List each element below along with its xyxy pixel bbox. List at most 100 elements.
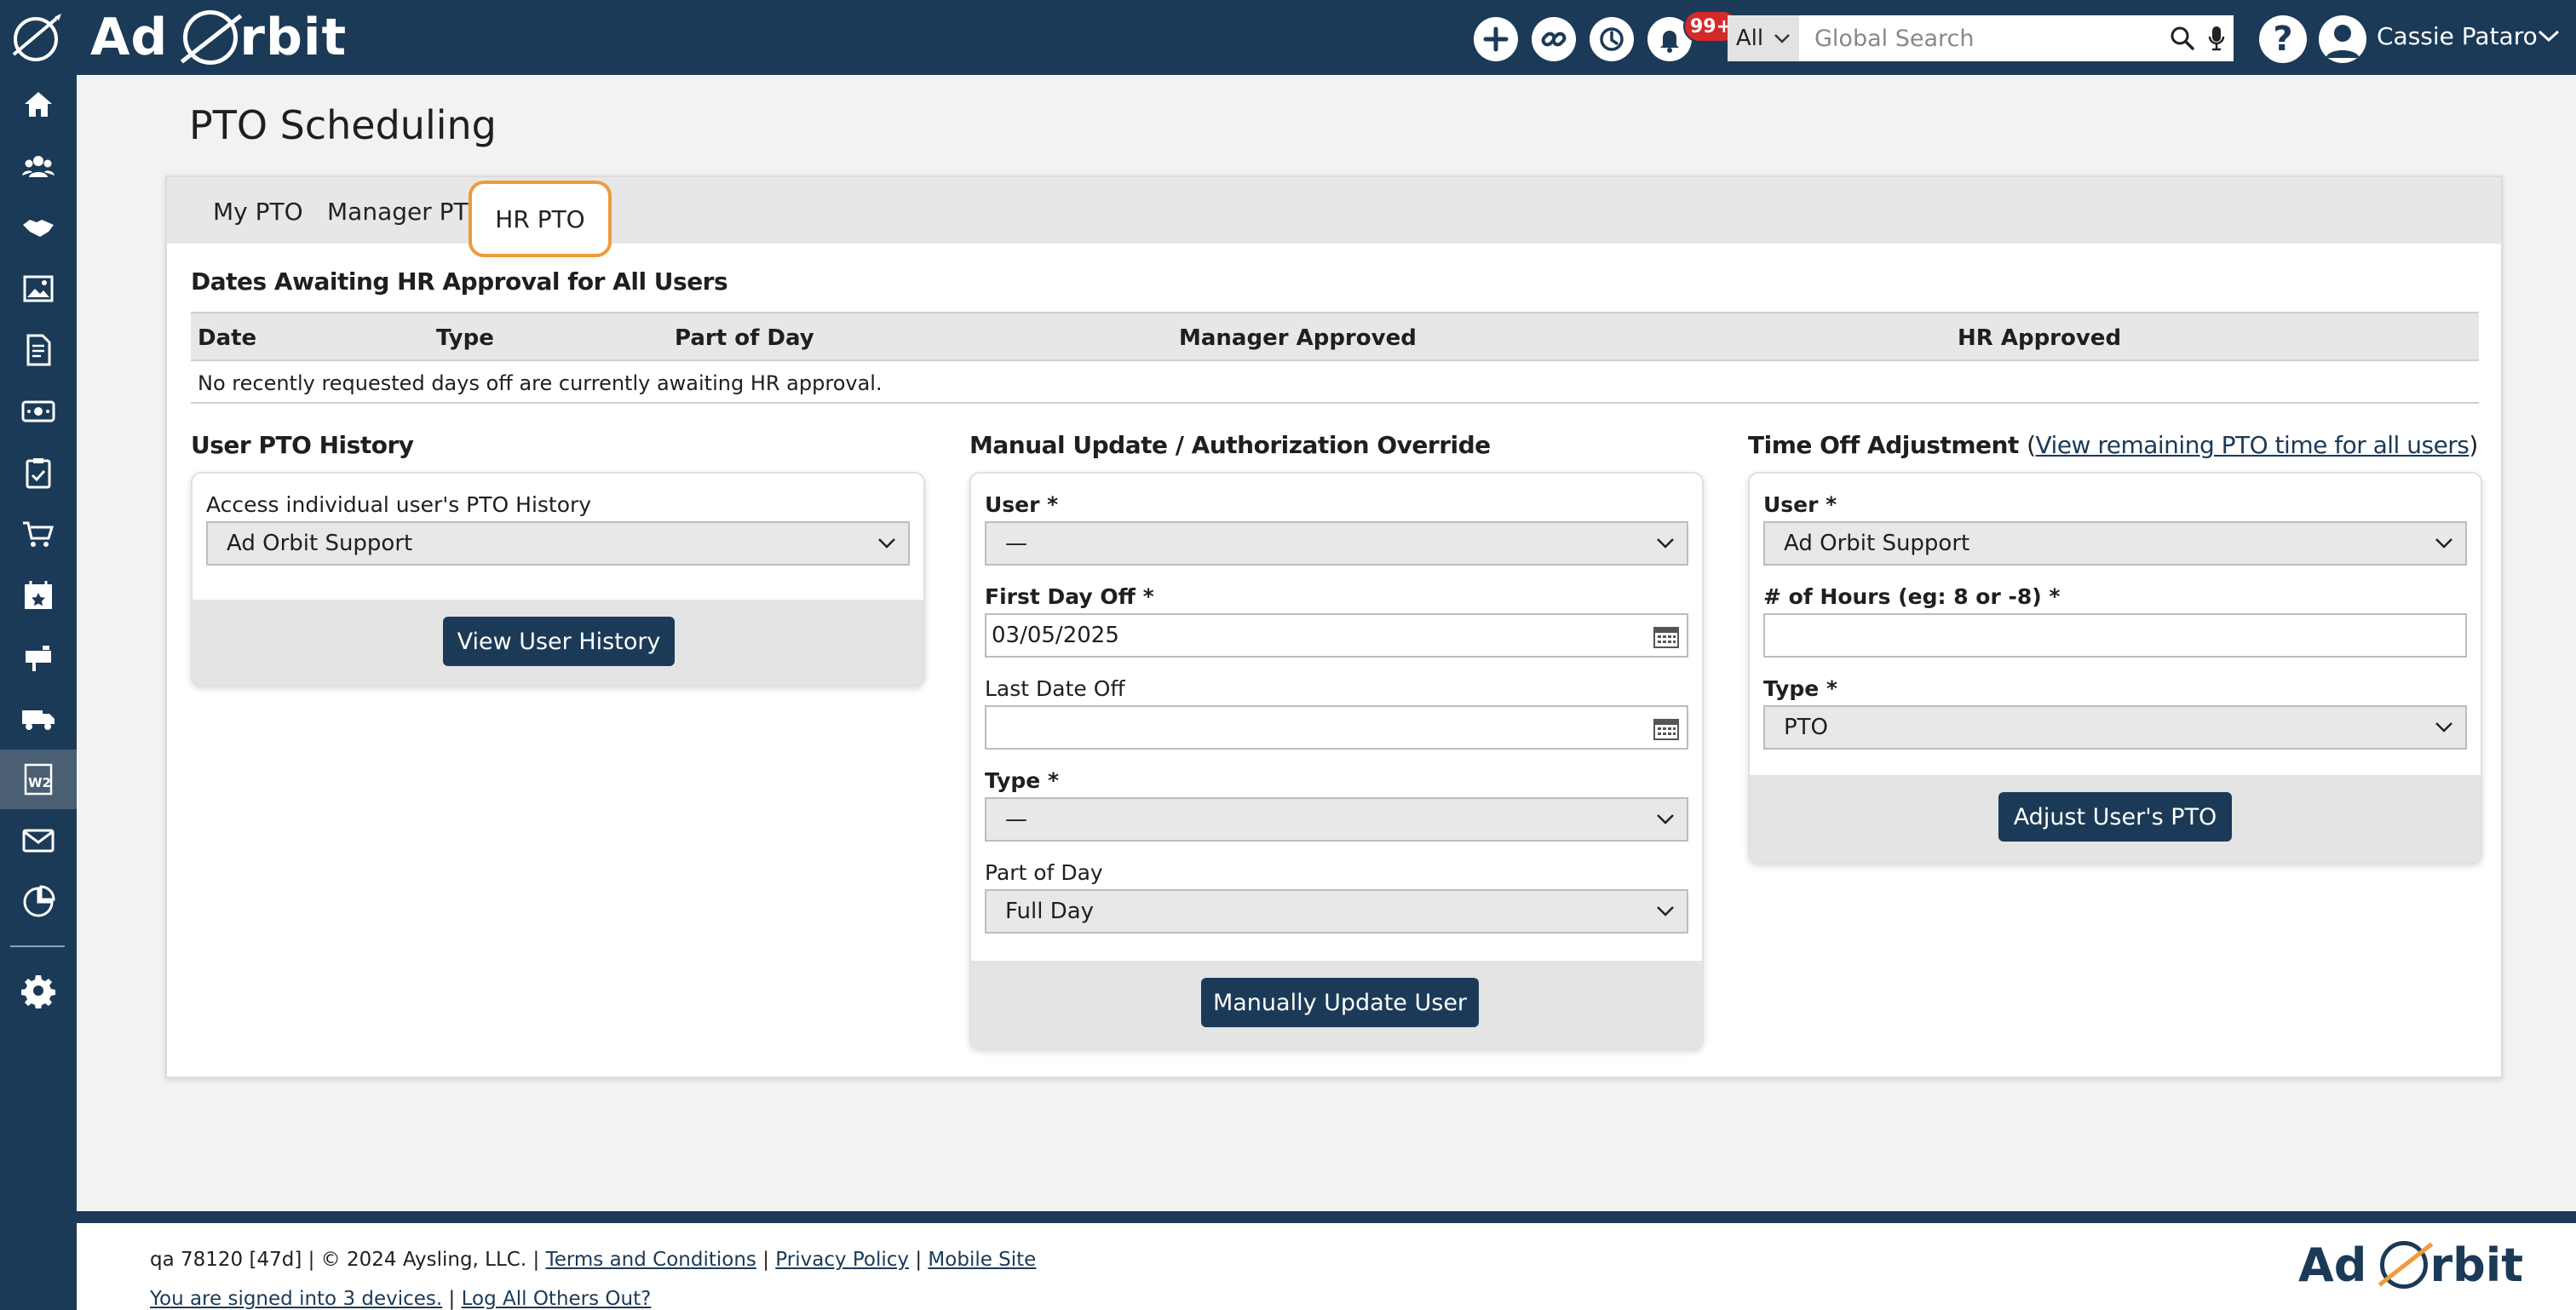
global-search: All (1728, 15, 2234, 61)
deals-icon[interactable] (0, 198, 77, 257)
manual-user-value: — (1005, 531, 1027, 556)
footer-separator: | (762, 1249, 769, 1271)
mail-icon[interactable] (0, 811, 77, 870)
adjustment-panel-footer: Adjust User's PTO (1750, 775, 2481, 862)
manual-type-value: — (1005, 807, 1027, 832)
billing-icon[interactable] (0, 382, 77, 441)
brand-text-right: rbit (239, 8, 348, 67)
mobile-site-link[interactable]: Mobile Site (928, 1249, 1036, 1271)
user-avatar-icon[interactable] (2319, 15, 2366, 63)
awaiting-section-title: Dates Awaiting HR Approval for All Users (191, 267, 728, 296)
part-of-day-select[interactable]: Full Day (985, 889, 1688, 934)
settings-icon[interactable] (0, 961, 77, 1020)
media-icon[interactable] (0, 259, 77, 319)
first-day-input[interactable]: 03/05/2025 (985, 613, 1688, 658)
manual-panel: User * — First Day Off * 03/05/2025 Last… (969, 472, 1704, 1049)
last-day-input[interactable] (985, 705, 1688, 750)
part-of-day-label: Part of Day (985, 860, 1103, 885)
footer-build-info: qa 78120 [47d] | © 2024 Aysling, LLC. | (150, 1249, 540, 1271)
brand-logo[interactable]: Ad rbit (90, 7, 347, 68)
footer-brand-right: rbit (2429, 1238, 2524, 1292)
hours-input[interactable] (1763, 613, 2467, 658)
search-input[interactable] (1799, 15, 2165, 61)
history-panel-footer: View User History (193, 600, 923, 685)
calendar-icon[interactable] (1653, 715, 1680, 741)
user-name[interactable]: Cassie Pataro (2377, 22, 2538, 50)
history-user-select[interactable]: Ad Orbit Support (206, 521, 910, 566)
footer-line-legal: qa 78120 [47d] | © 2024 Aysling, LLC. | … (150, 1249, 1036, 1271)
tab-manager-pto[interactable]: Manager PTO (327, 198, 487, 226)
manual-section-title: Manual Update / Authorization Override (969, 431, 1491, 459)
empty-table-message: No recently requested days off are curre… (198, 371, 883, 395)
home-icon[interactable] (0, 75, 77, 135)
orders-icon[interactable] (0, 320, 77, 380)
column-manager-approved[interactable]: Manager Approved (1179, 325, 1417, 351)
last-day-label: Last Date Off (985, 676, 1125, 701)
contacts-icon[interactable] (0, 136, 77, 196)
tab-hr-pto[interactable]: HR PTO (469, 181, 612, 257)
manual-user-select[interactable]: — (985, 521, 1688, 566)
adjustment-section-title: Time Off Adjustment (View remaining PTO … (1748, 431, 2478, 459)
top-bar: Adrbit 99+ All ? Cassie Pataro (0, 0, 2576, 75)
chevron-down-icon (1657, 538, 1674, 549)
view-user-history-button[interactable]: View User History (443, 617, 675, 666)
terms-link[interactable]: Terms and Conditions (546, 1249, 756, 1271)
view-remaining-pto-link[interactable]: View remaining PTO time for all users (2036, 431, 2470, 459)
chevron-down-icon (878, 538, 895, 549)
chevron-down-icon (1657, 814, 1674, 824)
adjustment-title-text: Time Off Adjustment (1748, 431, 2019, 459)
search-icon[interactable] (2165, 15, 2199, 61)
footer-brand-left: Ad (2298, 1238, 2367, 1292)
first-day-value: 03/05/2025 (992, 623, 1119, 648)
adjustment-link-open: ( (2027, 431, 2036, 459)
adjustment-user-value: Ad Orbit Support (1784, 531, 1970, 556)
reports-icon[interactable] (0, 872, 77, 932)
tab-my-pto[interactable]: My PTO (213, 198, 303, 226)
manual-panel-footer: Manually Update User (971, 961, 1702, 1048)
privacy-link[interactable]: Privacy Policy (775, 1249, 909, 1271)
tasks-icon[interactable] (0, 443, 77, 503)
footer-separator: | (915, 1249, 923, 1271)
column-type[interactable]: Type (436, 325, 494, 351)
calendar-icon[interactable] (1653, 623, 1680, 649)
column-hr-approved[interactable]: HR Approved (1958, 325, 2121, 351)
column-part-of-day[interactable]: Part of Day (675, 325, 814, 351)
search-scope-select[interactable]: All (1728, 15, 1799, 61)
chevron-down-icon[interactable] (2537, 27, 2561, 44)
delivery-icon[interactable] (0, 688, 77, 748)
adjustment-type-value: PTO (1784, 715, 1829, 740)
history-panel: Access individual user's PTO History Ad … (191, 472, 925, 687)
log-others-out-link[interactable]: Log All Others Out? (462, 1288, 652, 1310)
column-date[interactable]: Date (198, 325, 256, 351)
chevron-down-icon (1657, 906, 1674, 916)
adjust-user-pto-button[interactable]: Adjust User's PTO (1998, 792, 2232, 842)
adjustment-type-select[interactable]: PTO (1763, 705, 2467, 750)
signed-in-devices-link[interactable]: You are signed into 3 devices. (150, 1288, 442, 1310)
history-section-title: User PTO History (191, 431, 414, 459)
orbit-logo-icon[interactable] (7, 10, 65, 65)
manual-type-select[interactable]: — (985, 797, 1688, 842)
history-icon[interactable] (1590, 17, 1634, 61)
help-icon[interactable]: ? (2259, 15, 2307, 63)
svg-text:W2: W2 (28, 775, 51, 790)
brand-text-left: Ad (90, 8, 169, 67)
chevron-down-icon (2435, 538, 2452, 549)
microphone-icon[interactable] (2199, 15, 2234, 61)
page-footer: qa 78120 [47d] | © 2024 Aysling, LLC. | … (77, 1211, 2576, 1310)
link-icon[interactable] (1532, 17, 1576, 61)
cart-icon[interactable] (0, 504, 77, 564)
part-of-day-value: Full Day (1005, 899, 1095, 924)
sidebar: W2 (0, 75, 77, 1310)
adjustment-link-close: ) (2469, 431, 2478, 459)
plus-icon[interactable] (1474, 17, 1518, 61)
mailbox-icon[interactable] (0, 627, 77, 687)
w2-icon[interactable]: W2 (0, 750, 77, 809)
manually-update-user-button[interactable]: Manually Update User (1201, 978, 1479, 1027)
footer-separator: | (448, 1288, 456, 1310)
history-user-value: Ad Orbit Support (227, 531, 413, 556)
adjustment-user-select[interactable]: Ad Orbit Support (1763, 521, 2467, 566)
footer-logo: Ad rbit (2298, 1235, 2523, 1295)
page-title: PTO Scheduling (189, 102, 497, 148)
search-scope-label: All (1735, 26, 1764, 51)
calendar-icon[interactable] (0, 566, 77, 625)
